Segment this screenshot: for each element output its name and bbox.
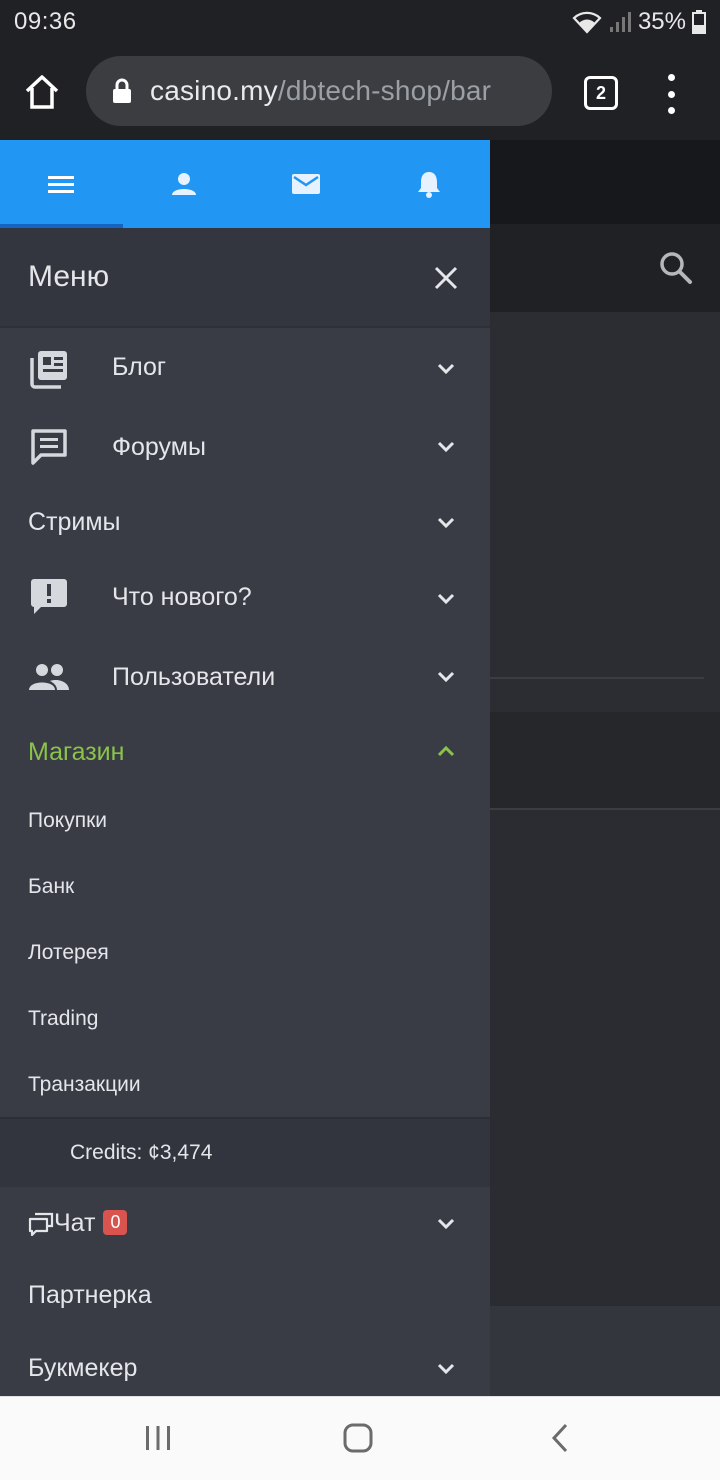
user-icon [171, 173, 196, 195]
battery-percent: 35% [637, 8, 686, 35]
credits-balance: Credits: ¢3,474 [70, 1141, 213, 1164]
tab-inbox[interactable] [245, 140, 368, 228]
tab-switcher-button[interactable]: 2 [584, 76, 618, 110]
chevron-down-icon[interactable] [434, 664, 458, 688]
status-indicators: 35% [572, 8, 706, 36]
more-options-icon[interactable] [660, 74, 682, 114]
divider [490, 808, 720, 810]
drawer-tab-bar [0, 140, 490, 228]
bell-icon [417, 172, 440, 198]
menu-icon [48, 176, 75, 193]
screen: 09:36 35% casino.my/dbtech-shop/bar 2 Ме… [0, 0, 720, 1480]
menu-item-label: Форумы [112, 433, 206, 461]
browser-toolbar: casino.my/dbtech-shop/bar 2 [0, 44, 720, 140]
chat-icon [28, 1212, 54, 1236]
chevron-down-icon[interactable] [434, 356, 458, 380]
mail-icon [292, 174, 321, 194]
menu-item-bookmaker[interactable]: Букмекер [0, 1331, 490, 1396]
chevron-down-icon[interactable] [434, 1211, 458, 1235]
menu-item-members[interactable]: Пользователи [0, 638, 490, 718]
url-text: casino.my/dbtech-shop/bar [150, 75, 491, 107]
tab-account[interactable] [123, 140, 246, 228]
menu-item-label: Букмекер [28, 1354, 138, 1382]
menu-item-label: Партнерка [28, 1281, 152, 1309]
system-nav-bar [0, 1396, 720, 1480]
menu-item-forums[interactable]: Форумы [0, 408, 490, 488]
signal-icon [609, 12, 631, 32]
submenu-item-purchases[interactable]: Покупки [28, 809, 107, 833]
newspaper-icon [30, 351, 67, 389]
wifi-icon [572, 11, 602, 34]
menu-item-shop[interactable]: Магазин [0, 718, 490, 788]
url-path: /dbtech-shop/bar [277, 75, 492, 106]
comment-icon [31, 429, 67, 465]
submenu-item-lottery[interactable]: Лотерея [28, 941, 109, 965]
chat-label: Чат [54, 1209, 96, 1237]
feedback-icon [31, 579, 67, 614]
lock-icon [113, 78, 131, 103]
menu-item-label: Магазин [28, 738, 125, 766]
status-time: 09:36 [14, 8, 77, 35]
tab-alerts[interactable] [368, 140, 491, 228]
back-icon[interactable] [550, 1423, 570, 1453]
menu-item-label: Чат 0 [54, 1209, 128, 1238]
menu-item-label: Стримы [28, 508, 121, 536]
submenu-item-trading[interactable]: Trading [28, 1007, 98, 1031]
recent-apps-icon[interactable] [144, 1425, 172, 1451]
people-icon [29, 664, 69, 690]
submenu-item-bank[interactable]: Банк [28, 875, 74, 899]
address-bar[interactable]: casino.my/dbtech-shop/bar [86, 56, 552, 126]
status-bar: 09:36 35% [0, 0, 720, 44]
menu-item-streams[interactable]: Стримы [0, 488, 490, 558]
menu-item-partner[interactable]: Партнерка [0, 1259, 490, 1331]
chevron-down-icon[interactable] [434, 434, 458, 458]
menu-item-label: Блог [112, 353, 167, 381]
close-icon[interactable] [430, 262, 462, 294]
submenu-item-transactions[interactable]: Транзакции [28, 1073, 141, 1097]
home-icon[interactable] [22, 72, 62, 112]
menu-item-label: Что нового? [112, 583, 252, 611]
url-host: casino.my [150, 75, 278, 106]
credits-row: Credits: ¢3,474 [0, 1117, 490, 1187]
drawer-title: Меню [28, 260, 110, 293]
tab-menu[interactable] [0, 140, 123, 228]
divider [490, 677, 704, 679]
drawer-header: Меню [0, 228, 490, 328]
battery-icon [692, 10, 706, 34]
navigation-drawer: Меню Блог Форумы Стримы Что нового? Поль… [0, 140, 490, 1396]
chat-count-badge: 0 [103, 1209, 128, 1235]
chevron-down-icon[interactable] [434, 586, 458, 610]
chevron-down-icon[interactable] [434, 510, 458, 534]
menu-item-label: Пользователи [112, 663, 276, 691]
chevron-up-icon[interactable] [434, 740, 458, 764]
menu-item-whats-new[interactable]: Что нового? [0, 558, 490, 638]
menu-item-chat[interactable]: Чат 0 [0, 1187, 490, 1259]
chevron-down-icon[interactable] [434, 1356, 458, 1380]
search-icon[interactable] [656, 248, 696, 288]
home-button-icon[interactable] [343, 1423, 373, 1453]
menu-item-blog[interactable]: Блог [0, 328, 490, 408]
